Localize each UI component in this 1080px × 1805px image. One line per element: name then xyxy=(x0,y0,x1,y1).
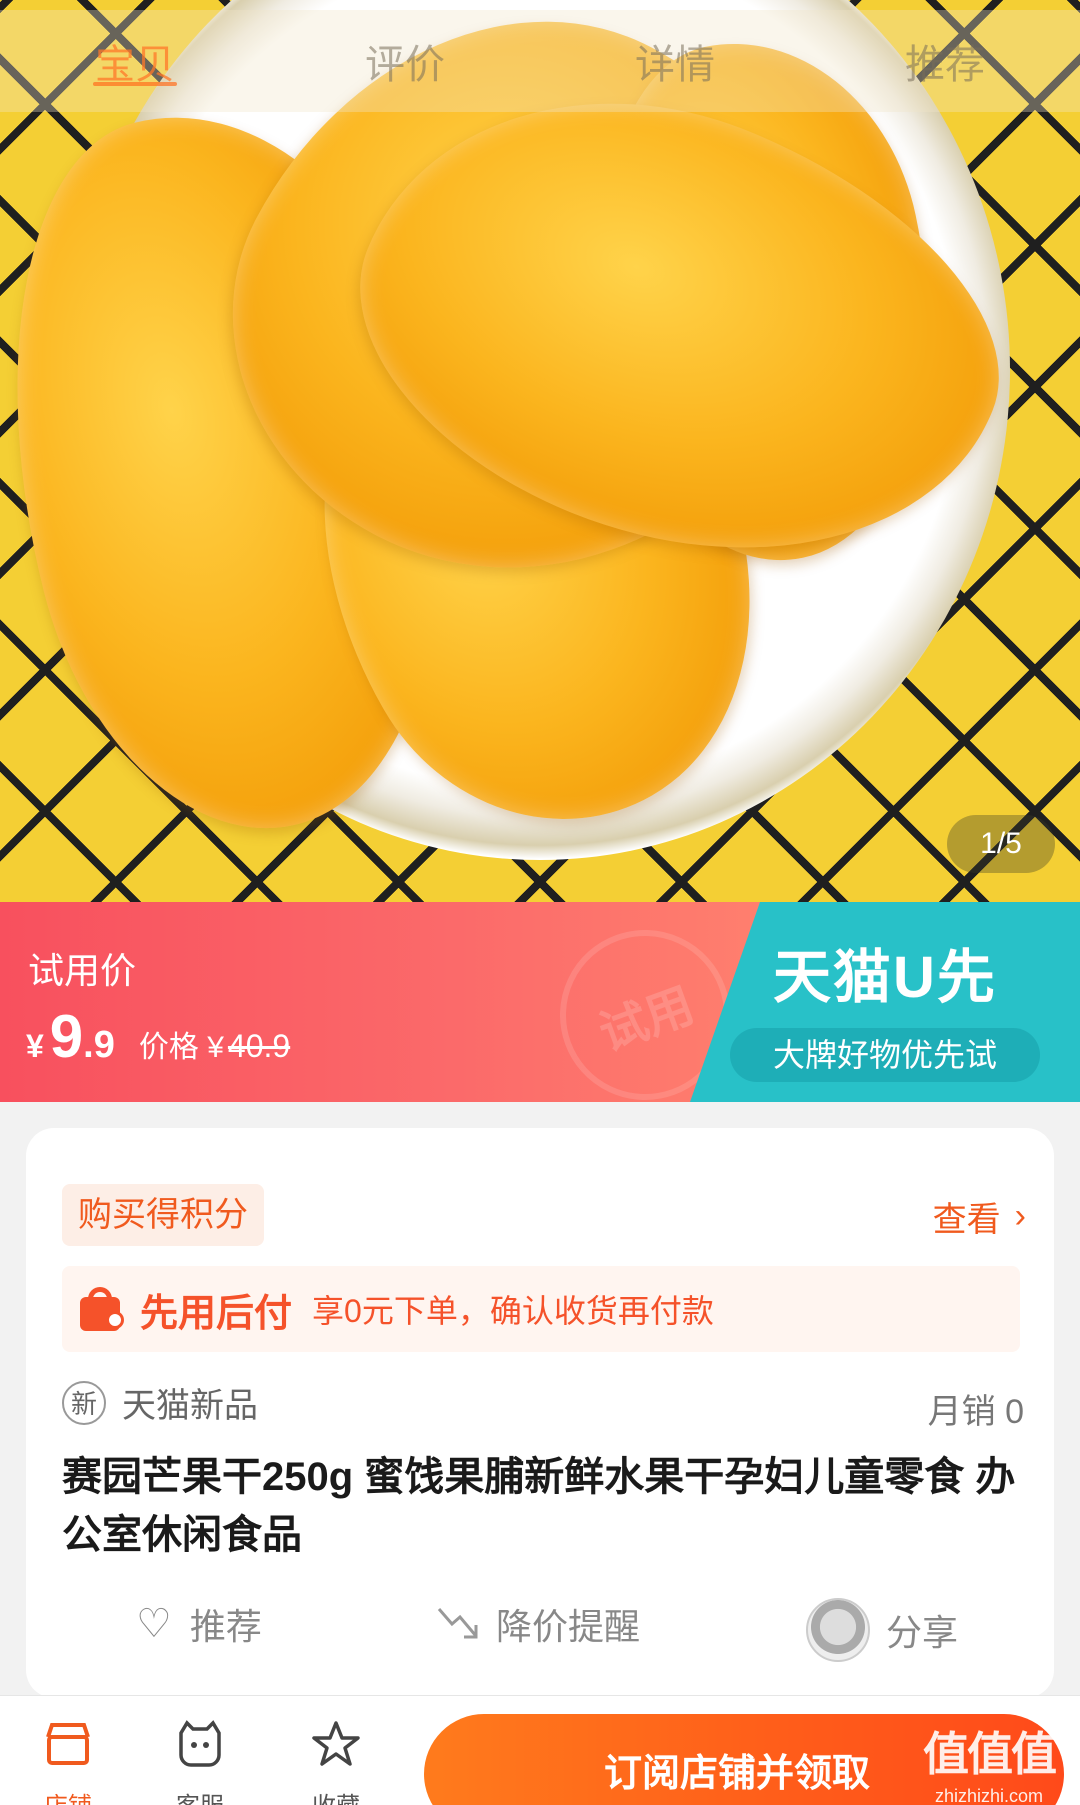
star-icon xyxy=(311,1716,361,1772)
recommend-button[interactable]: ♡ 推荐 xyxy=(136,1598,262,1650)
watermark-logo: 值值值 xyxy=(923,1728,1057,1780)
shop-label: 店铺 xyxy=(44,1786,92,1805)
price-decimal: .9 xyxy=(83,1024,115,1066)
monthly-sales: 月销 0 xyxy=(927,1393,1024,1431)
currency-symbol: ¥ xyxy=(26,1028,44,1064)
watermark-url: zhizhizhi.com xyxy=(934,1786,1044,1805)
pay-later-banner[interactable]: 先用后付 享0元下单，确认收货再付款 xyxy=(62,1266,1020,1352)
view-points-link[interactable]: 查看 › xyxy=(933,1192,1026,1241)
price-alert-button[interactable]: 降价提醒 xyxy=(436,1598,640,1650)
chat-face-icon xyxy=(175,1716,225,1772)
shop-button[interactable]: 店铺 xyxy=(18,1716,118,1805)
share-button[interactable]: 分享 xyxy=(806,1598,958,1662)
favorite-button[interactable]: 收藏 xyxy=(286,1716,386,1805)
tab-item[interactable]: 宝贝 xyxy=(0,10,270,112)
avatar xyxy=(806,1598,870,1662)
tab-recommend[interactable]: 推荐 xyxy=(810,10,1080,112)
top-tab-bar: 宝贝 评价 详情 推荐 xyxy=(0,10,1080,112)
image-counter: 1/5 xyxy=(947,815,1055,873)
product-title: 赛园芒果干250g 蜜饯果脯新鲜水果干孕妇儿童零食 办公室休闲食品 xyxy=(62,1455,1016,1557)
share-label: 分享 xyxy=(886,1612,959,1653)
customer-service-button[interactable]: 客服 xyxy=(150,1716,250,1805)
trial-price-label: 试用价 xyxy=(28,950,137,991)
chevron-right-icon: › xyxy=(1014,1197,1026,1235)
price-banner: 试用 试用价 ¥ 9 .9 价格 ¥ 40.9 天猫U先 大牌好物优先试 xyxy=(0,902,1080,1102)
customer-service-label: 客服 xyxy=(176,1786,224,1805)
brand-subtitle: 大牌好物优先试 xyxy=(730,1028,1040,1082)
new-product-label: 天猫新品 xyxy=(122,1387,258,1425)
shopping-bag-icon xyxy=(78,1285,126,1333)
store-icon xyxy=(43,1716,93,1772)
price-integer: 9 xyxy=(49,1003,84,1070)
recommend-label: 推荐 xyxy=(189,1606,262,1647)
original-price-value: 40.9 xyxy=(227,1028,291,1064)
price-panel: 试用 试用价 ¥ 9 .9 价格 ¥ 40.9 xyxy=(0,902,760,1102)
tmall-u-first-brand: 天猫U先 大牌好物优先试 xyxy=(730,930,1040,1082)
action-row: ♡ 推荐 降价提醒 分享 xyxy=(26,1598,1054,1668)
new-product-tag: 新 天猫新品 xyxy=(62,1378,258,1427)
original-price-label: 价格 ¥ xyxy=(138,1031,224,1064)
favorite-label: 收藏 xyxy=(312,1786,360,1805)
pay-later-title: 先用后付 xyxy=(140,1292,293,1335)
product-info-card: 购买得积分 查看 › 先用后付 享0元下单，确认收货再付款 新 天猫新品 月销 … xyxy=(26,1128,1054,1698)
product-image-gallery[interactable]: 宝贝 评价 详情 推荐 1/5 xyxy=(0,0,1080,902)
new-badge-icon: 新 xyxy=(62,1380,106,1425)
heart-icon: ♡ xyxy=(136,1602,172,1646)
brand-title: 天猫U先 xyxy=(773,945,997,1010)
view-label: 查看 xyxy=(932,1201,1001,1239)
trial-stamp: 试用 xyxy=(536,906,754,1102)
price-alert-label: 降价提醒 xyxy=(496,1606,641,1647)
tab-reviews[interactable]: 评价 xyxy=(270,10,540,112)
trend-down-icon xyxy=(437,1608,478,1639)
price-row: ¥ 9 .9 价格 ¥ 40.9 xyxy=(26,1002,290,1071)
watermark: 值值值 zhizhizhi.com xyxy=(914,1718,1064,1805)
points-badge: 购买得积分 xyxy=(62,1184,264,1246)
tab-details[interactable]: 详情 xyxy=(540,10,810,112)
pay-later-description: 享0元下单，确认收货再付款 xyxy=(312,1293,714,1329)
